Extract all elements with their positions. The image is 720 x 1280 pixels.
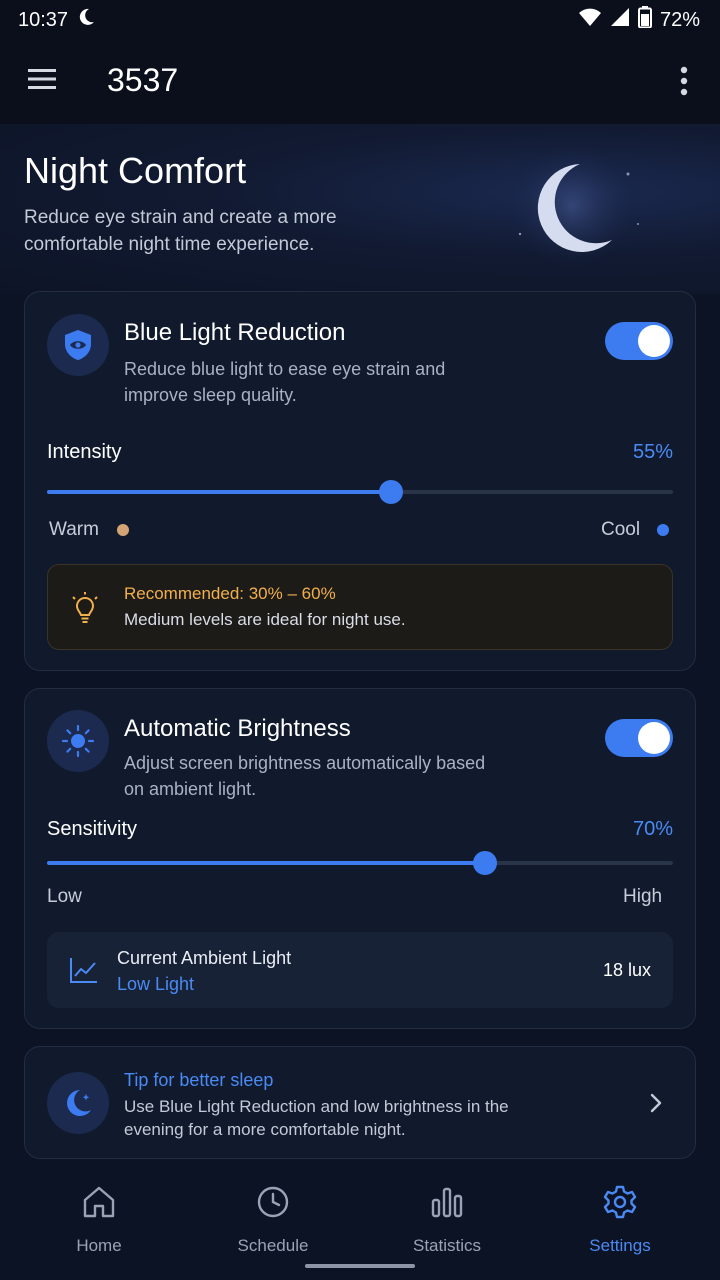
ambient-title: Current Ambient Light: [117, 948, 292, 968]
warm-label: Warm: [49, 519, 99, 540]
status-bar: 10:37 72%: [0, 0, 720, 40]
moon-stars-icon: [47, 1072, 109, 1134]
gear-icon: [602, 1184, 638, 1220]
nav-label: Home: [76, 1236, 122, 1255]
wifi-icon: [578, 7, 602, 33]
cool-label: Cool: [601, 519, 641, 540]
auto-brightness-toggle[interactable]: [605, 719, 673, 757]
crescent-moon-icon: [500, 144, 650, 274]
toggle-knob: [638, 325, 670, 357]
hero-section: Night Comfort Reduce eye strain and crea…: [0, 124, 720, 294]
slider-thumb[interactable]: [473, 851, 498, 875]
sensitivity-slider[interactable]: [47, 850, 673, 876]
auto-brightness-card: Automatic Brightness Adjust screen brigh…: [24, 688, 696, 1029]
recommendation-box: Recommended: 30% – 60% Medium levels are…: [47, 564, 673, 650]
nav-home[interactable]: Home: [29, 1182, 169, 1262]
home-icon: [81, 1184, 117, 1220]
slider-thumb[interactable]: [379, 480, 404, 504]
bottom-navigation: Home Schedule Statistics Settings: [0, 1168, 720, 1280]
tip-text: Use Blue Light Reduction and low brightn…: [124, 1097, 509, 1139]
hamburger-menu-icon[interactable]: [26, 68, 62, 96]
sensitivity-label: Sensitivity: [47, 818, 138, 840]
ambient-level: Low Light: [117, 974, 195, 994]
nav-settings[interactable]: Settings: [550, 1182, 690, 1262]
cell-signal-icon: [610, 7, 630, 33]
nav-label: Schedule: [237, 1236, 309, 1255]
toggle-knob: [638, 722, 670, 754]
intensity-label: Intensity: [47, 441, 122, 463]
warm-dot: [117, 524, 129, 536]
nav-label: Statistics: [412, 1236, 482, 1255]
intensity-slider[interactable]: [47, 479, 673, 505]
trending-line-chart-icon: [69, 956, 99, 989]
low-label: Low: [47, 886, 82, 907]
cool-dot: [657, 524, 669, 536]
app-bar: 3537: [0, 40, 720, 124]
slider-fill: [47, 861, 486, 865]
sleep-tip-card[interactable]: Tip for better sleep Use Blue Light Redu…: [24, 1046, 696, 1159]
ambient-light-box: Current Ambient Light Low Light 18 lux: [47, 932, 673, 1008]
tip-title: Tip for better sleep: [124, 1070, 274, 1090]
battery-icon: [637, 6, 652, 34]
page-title: Night Comfort: [24, 150, 247, 191]
gesture-home-indicator[interactable]: [305, 1264, 415, 1268]
blue-light-description: Reduce blue light to ease eye strain and…: [124, 359, 446, 405]
intensity-value: 55%: [632, 441, 673, 463]
status-time: 10:37: [18, 8, 69, 31]
slider-fill: [47, 490, 392, 494]
sensitivity-value: 70%: [632, 818, 673, 840]
battery-percentage: 72%: [659, 8, 700, 31]
clock-icon: [255, 1184, 291, 1220]
app-title: 3537: [107, 62, 179, 98]
ambient-value: 18 lux: [602, 960, 651, 980]
recommendation-text: Medium levels are ideal for night use.: [124, 610, 406, 629]
chevron-right-icon: [649, 1092, 663, 1119]
nav-statistics[interactable]: Statistics: [377, 1182, 517, 1262]
nav-schedule[interactable]: Schedule: [203, 1182, 343, 1262]
high-label: High: [623, 886, 663, 907]
do-not-disturb-moon-icon: [76, 7, 96, 33]
blue-light-toggle[interactable]: [605, 322, 673, 360]
bar-chart-icon: [429, 1184, 465, 1220]
more-options-icon[interactable]: [670, 64, 698, 100]
blue-light-card: Blue Light Reduction Reduce blue light t…: [24, 291, 696, 671]
lightbulb-icon: [70, 591, 100, 630]
blue-light-title: Blue Light Reduction: [124, 319, 346, 346]
nav-label: Settings: [589, 1236, 651, 1255]
auto-brightness-title: Automatic Brightness: [124, 715, 351, 742]
page-subtitle: Reduce eye strain and create a more comf…: [24, 207, 337, 255]
auto-brightness-description: Adjust screen brightness automatically b…: [124, 753, 486, 799]
recommendation-title: Recommended: 30% – 60%: [124, 584, 336, 603]
shield-eye-icon: [47, 314, 109, 376]
sun-icon: [47, 710, 109, 772]
